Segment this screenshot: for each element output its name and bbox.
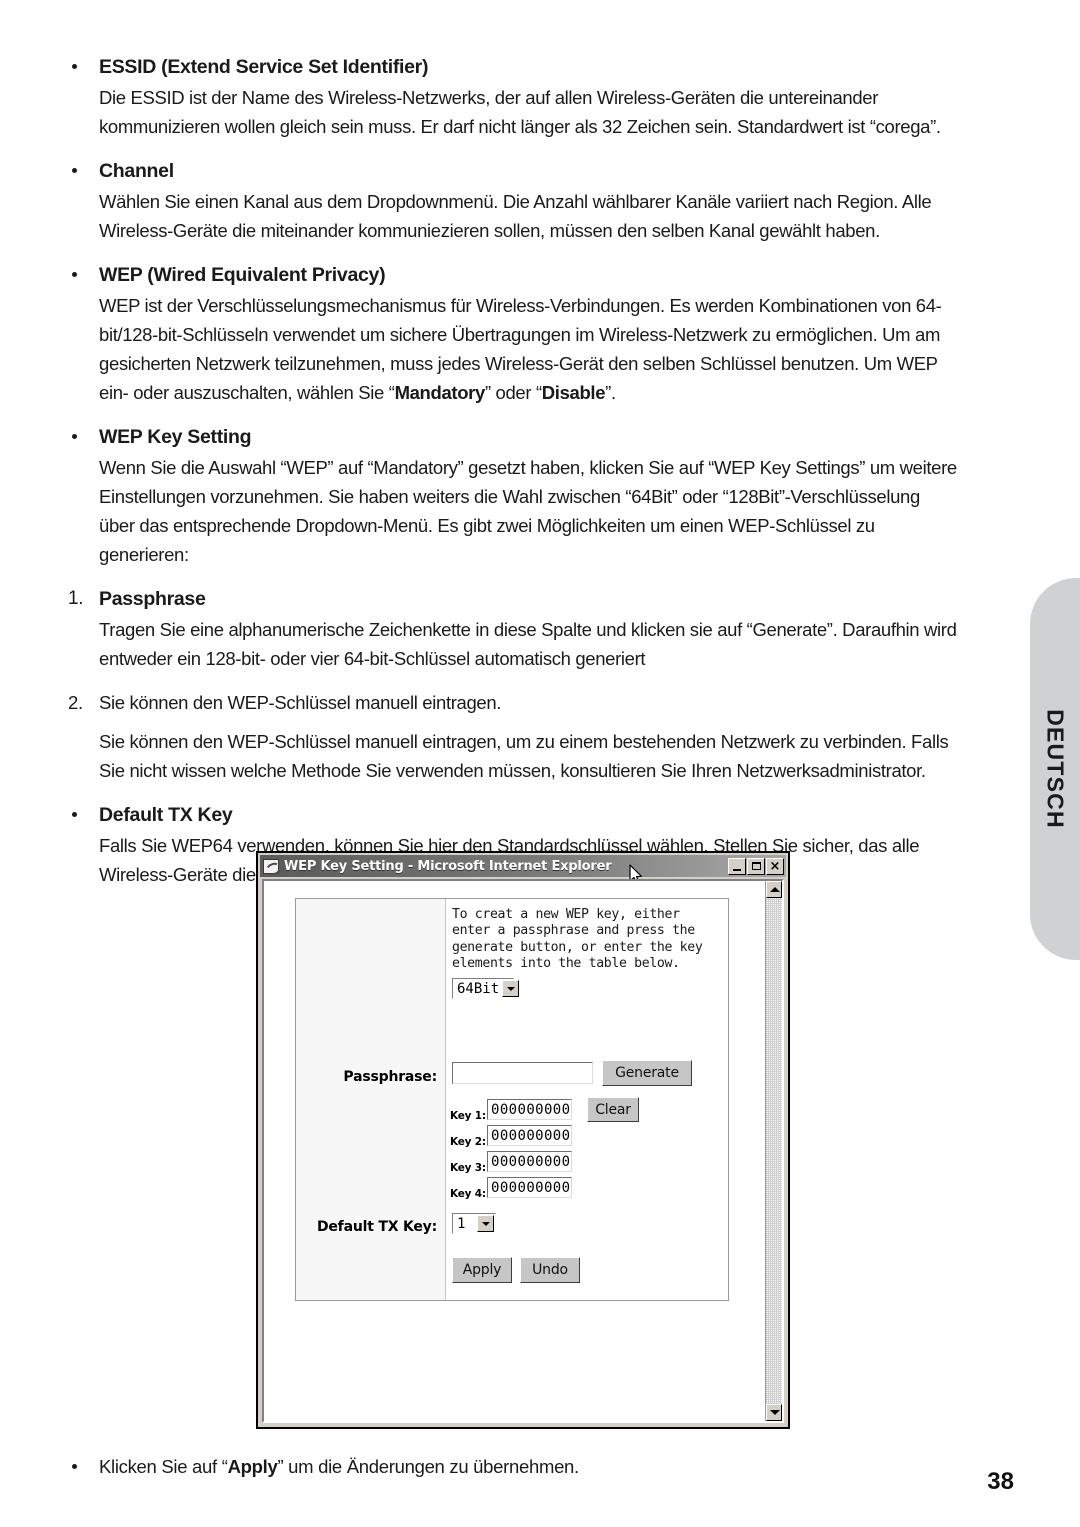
passphrase-input[interactable] [452, 1062, 593, 1084]
minimize-button[interactable] [728, 857, 746, 875]
bullet-dot-icon [72, 64, 77, 69]
passphrase-label: Passphrase: [343, 1069, 437, 1085]
close-button[interactable]: × [766, 857, 784, 875]
section-channel: Channel Wählen Sie einen Kanal aus dem D… [66, 156, 958, 245]
key-2-label: Key 2: [450, 1136, 486, 1148]
key-3-input[interactable]: 0000000000 [487, 1151, 572, 1172]
section-wep-key-setting-heading-text: WEP Key Setting [99, 426, 252, 448]
window-titlebar[interactable]: WEP Key Setting - Microsoft Internet Exp… [260, 855, 786, 885]
wep-body-part2: ” oder “ [484, 382, 542, 403]
bullet-dot-icon [72, 812, 77, 817]
numbered-item-1-body: Tragen Sie eine alphanumerische Zeichenk… [99, 619, 957, 669]
key-4-value: 0000000000 [491, 1179, 572, 1196]
bullet-dot-icon [72, 272, 77, 277]
key-4-input[interactable]: 0000000000 [487, 1177, 572, 1198]
language-side-tab: DEUTSCH [1030, 578, 1080, 960]
form-intro-text: To creat a new WEP key, either enter a p… [452, 907, 703, 971]
section-channel-heading: Channel [66, 156, 958, 186]
apply-button[interactable]: Apply [452, 1257, 512, 1283]
form-control-column: To creat a new WEP key, either enter a p… [446, 899, 728, 1300]
numbered-item-2: 2. Sie können den WEP-Schlüssel manuell … [66, 688, 958, 785]
numbered-item-1-heading: 1. Passphrase [66, 584, 958, 614]
chevron-down-icon[interactable] [502, 980, 520, 997]
window-controls: × [728, 857, 784, 875]
chevron-down-icon[interactable] [477, 1215, 494, 1232]
default-tx-key-value: 1 [457, 1215, 466, 1232]
section-wep: WEP (Wired Equivalent Privacy) WEP ist d… [66, 260, 958, 407]
bullet-dot-icon [72, 434, 77, 439]
minimize-icon [733, 868, 741, 871]
ie-document-icon [263, 858, 279, 874]
page-number: 38 [987, 1468, 1014, 1495]
key-3-label: Key 3: [450, 1162, 486, 1174]
vertical-scrollbar[interactable] [765, 881, 782, 1421]
key-1-value: 0000000000 [491, 1101, 572, 1118]
numbered-item-2-body: Sie können den WEP-Schlüssel manuell ein… [99, 731, 949, 781]
wep-bold-disable: Disable [541, 382, 606, 403]
bullet-dot-icon [72, 168, 77, 173]
form-label-column: Passphrase: Default TX Key: [296, 899, 446, 1300]
scroll-down-arrow-icon[interactable] [766, 1404, 782, 1421]
wep-body-part3: ”. [605, 382, 616, 403]
wep-key-form-panel: Passphrase: Default TX Key: To creat a n… [295, 898, 729, 1301]
encryption-strength-select[interactable]: 64Bit [452, 978, 520, 999]
browser-document-area: Passphrase: Default TX Key: To creat a n… [264, 881, 765, 1421]
language-side-tab-label: DEUTSCH [1042, 709, 1069, 829]
section-channel-body: Wählen Sie einen Kanal aus dem Dropdownm… [99, 191, 932, 241]
default-tx-key-label: Default TX Key: [316, 1219, 437, 1235]
section-wep-key-setting: WEP Key Setting Wenn Sie die Auswahl “WE… [66, 422, 958, 569]
key-4-label: Key 4: [450, 1188, 486, 1200]
section-wep-key-setting-heading: WEP Key Setting [66, 422, 958, 452]
section-default-tx-key-heading: Default TX Key [66, 800, 958, 830]
section-channel-heading-text: Channel [99, 160, 174, 182]
section-wep-heading: WEP (Wired Equivalent Privacy) [66, 260, 958, 290]
section-essid: ESSID (Extend Service Set Identifier) Di… [66, 52, 958, 141]
key-1-input[interactable]: 0000000000 [487, 1099, 572, 1120]
wep-key-setting-window: WEP Key Setting - Microsoft Internet Exp… [256, 851, 790, 1429]
section-wep-heading-text: WEP (Wired Equivalent Privacy) [99, 264, 386, 286]
key-2-input[interactable]: 0000000000 [487, 1125, 572, 1146]
section-default-tx-key-heading-text: Default TX Key [99, 804, 233, 826]
scroll-up-arrow-icon[interactable] [766, 881, 782, 898]
numbered-item-2-heading: 2. Sie können den WEP-Schlüssel manuell … [66, 688, 958, 717]
clear-button[interactable]: Clear [587, 1097, 639, 1122]
section-essid-body: Die ESSID ist der Name des Wireless-Netz… [99, 87, 941, 137]
numbered-item-2-number: 2. [68, 692, 83, 713]
manual-page: ESSID (Extend Service Set Identifier) Di… [0, 0, 1080, 1527]
section-essid-heading-text: ESSID (Extend Service Set Identifier) [99, 56, 429, 78]
wep-bold-mandatory: Mandatory [394, 382, 486, 403]
maximize-button[interactable] [747, 857, 765, 875]
section-wep-body: WEP ist der Verschlüsselungsmechanismus … [66, 291, 958, 407]
document-body: ESSID (Extend Service Set Identifier) Di… [66, 52, 958, 895]
generate-button[interactable]: Generate [602, 1060, 692, 1086]
browser-client-area: Passphrase: Default TX Key: To creat a n… [262, 879, 784, 1423]
numbered-item-1: 1. Passphrase Tragen Sie eine alphanumer… [66, 584, 958, 673]
window-title: WEP Key Setting - Microsoft Internet Exp… [284, 858, 612, 874]
scrollbar-track[interactable] [766, 898, 782, 1404]
numbered-item-1-number: 1. [68, 588, 84, 609]
maximize-icon [752, 861, 761, 870]
key-1-label: Key 1: [450, 1110, 486, 1122]
numbered-item-2-heading-text: Sie können den WEP-Schlüssel manuell ein… [99, 692, 502, 713]
undo-button[interactable]: Undo [520, 1257, 580, 1283]
numbered-item-1-heading-text: Passphrase [99, 588, 206, 610]
key-3-value: 0000000000 [491, 1153, 572, 1170]
section-wep-key-setting-body: Wenn Sie die Auswahl “WEP” auf “Mandator… [99, 457, 957, 565]
encryption-strength-value: 64Bit [457, 980, 500, 997]
default-tx-key-select[interactable]: 1 [452, 1213, 496, 1234]
section-essid-heading: ESSID (Extend Service Set Identifier) [66, 52, 958, 82]
key-2-value: 0000000000 [491, 1127, 572, 1144]
